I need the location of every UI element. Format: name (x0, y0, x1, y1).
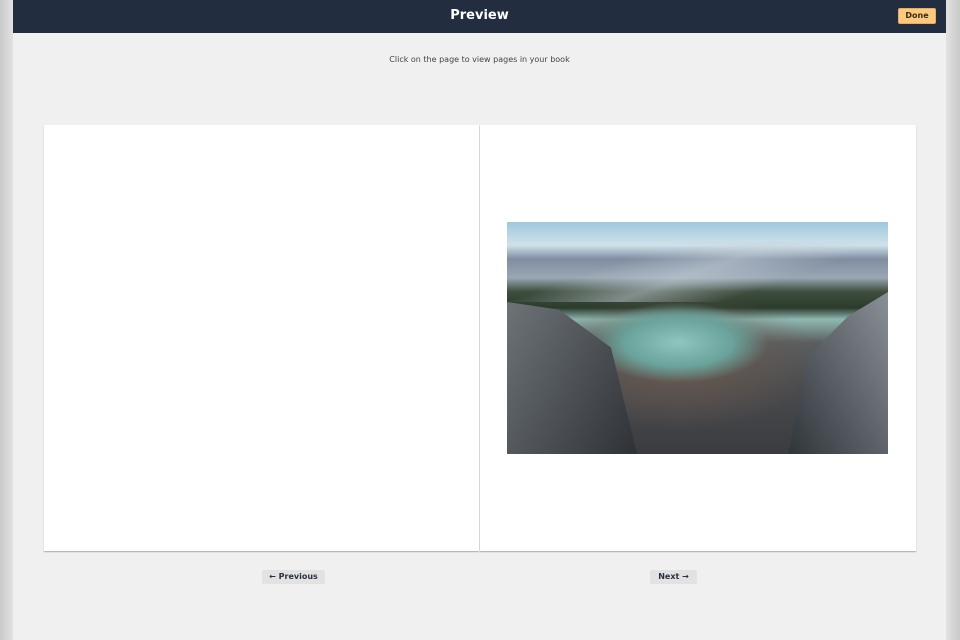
mountain-lake-photo (507, 222, 888, 454)
right-page[interactable] (480, 125, 916, 551)
top-bar: Preview Done (13, 0, 946, 33)
rocks-left (507, 302, 637, 454)
mountain-ridge (507, 242, 888, 302)
page-title: Preview (450, 8, 509, 23)
rocks-right (788, 292, 888, 454)
next-button[interactable]: Next → (650, 570, 697, 584)
left-page[interactable] (44, 125, 479, 551)
previous-button[interactable]: ← Previous (262, 570, 325, 584)
instruction-text: Click on the page to view pages in your … (389, 55, 570, 64)
done-button[interactable]: Done (898, 8, 936, 24)
